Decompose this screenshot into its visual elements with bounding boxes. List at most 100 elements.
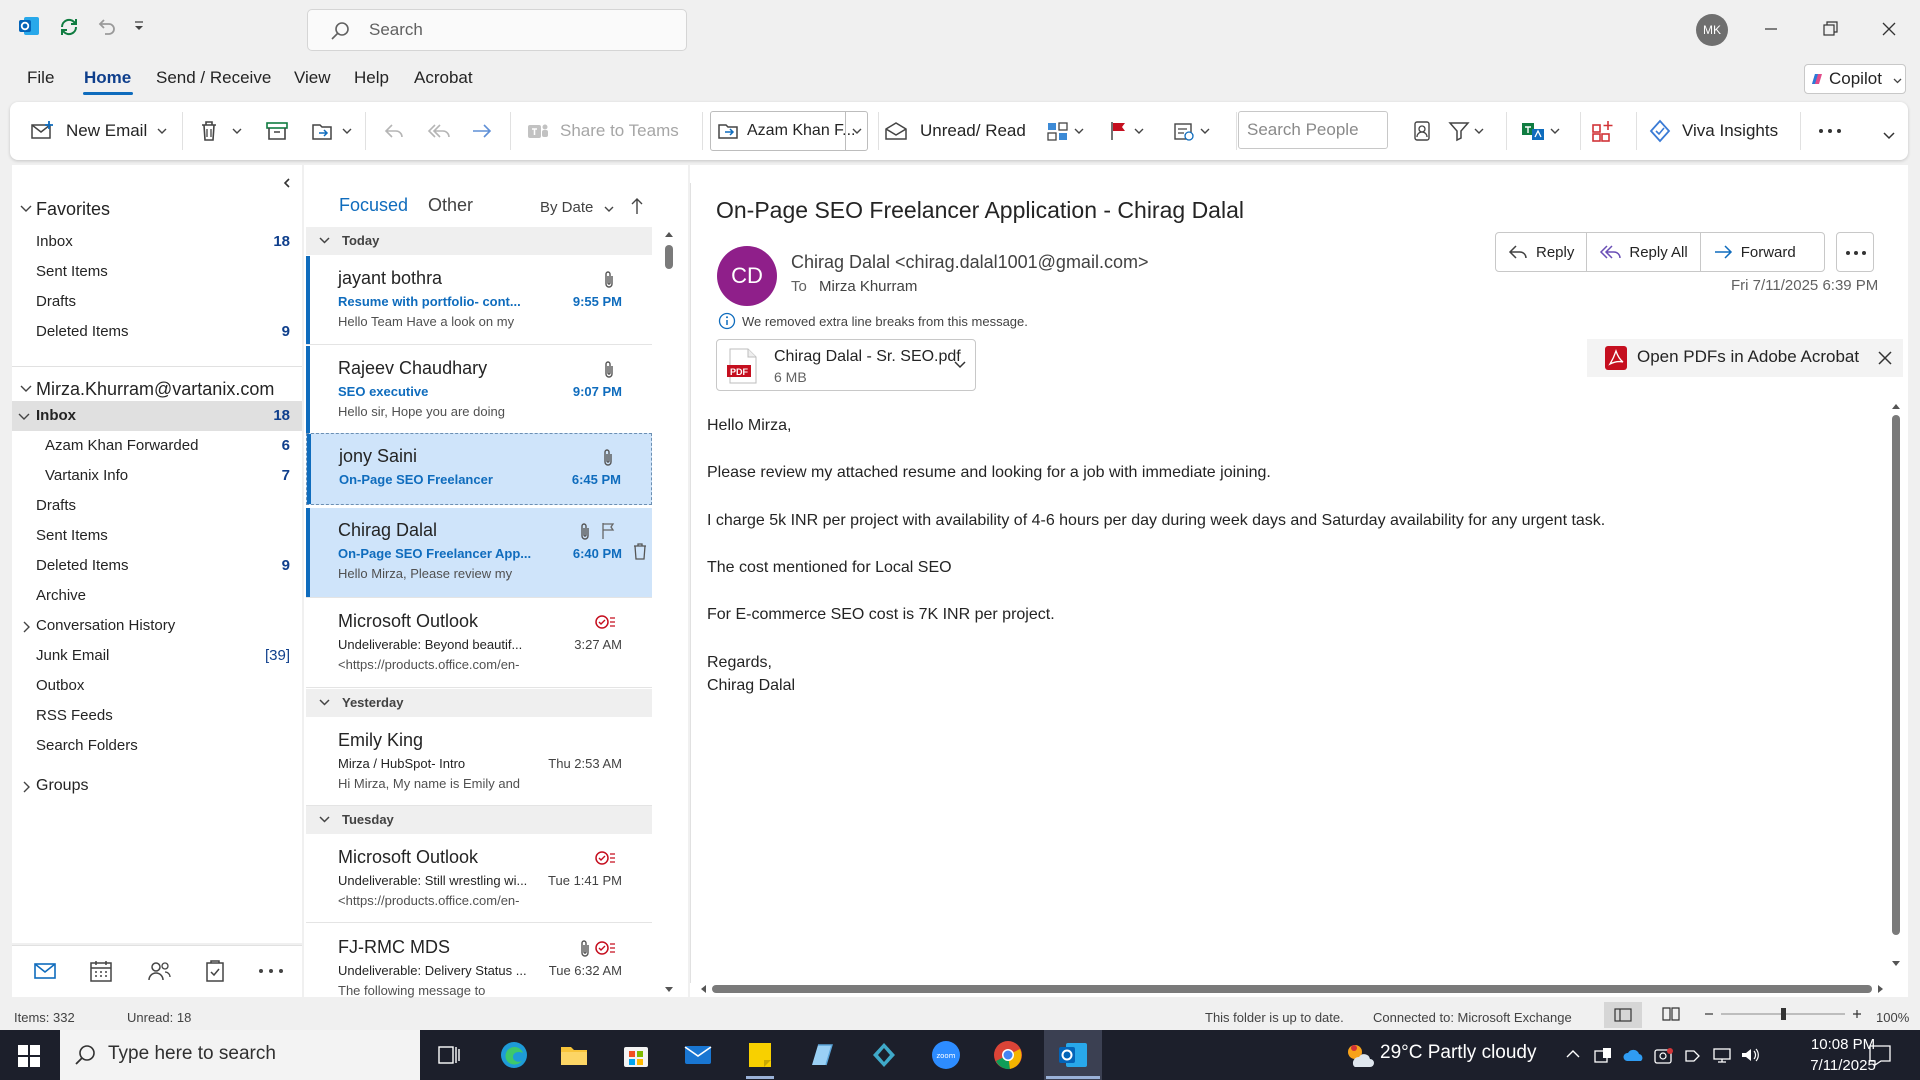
share-to-teams-button[interactable]: Share to Teams: [526, 102, 679, 160]
reply-button[interactable]: Reply: [1496, 233, 1588, 271]
tab-other[interactable]: Other: [428, 195, 473, 216]
chevron-down-icon[interactable]: [232, 126, 242, 136]
search-people-input[interactable]: Search People: [1238, 111, 1388, 149]
app-diamond-icon[interactable]: [868, 1039, 900, 1071]
copilot-button[interactable]: Copilot: [1804, 64, 1906, 94]
tab-home[interactable]: Home: [84, 68, 131, 88]
chevron-down-icon[interactable]: [845, 112, 867, 150]
unread-read-button[interactable]: Unread/ Read: [884, 102, 1026, 160]
list-item[interactable]: Microsoft Outlook Undeliverable: Beyond …: [306, 599, 652, 688]
favorites-header[interactable]: Favorites: [12, 193, 302, 223]
rules-button[interactable]: [1172, 102, 1210, 160]
customize-toolbar-icon[interactable]: [133, 20, 145, 32]
chevron-up-icon[interactable]: [1565, 1047, 1581, 1061]
collapse-pane-icon[interactable]: [282, 177, 292, 189]
delete-icon[interactable]: [632, 542, 648, 560]
ribbon-expand-icon[interactable]: [1882, 106, 1896, 164]
sort-direction-icon[interactable]: [631, 197, 643, 215]
message-sender[interactable]: Chirag Dalal <chirag.dalal1001@gmail.com…: [791, 252, 1148, 273]
sidebar-item-favorites-sent[interactable]: Sent Items: [12, 257, 302, 287]
apps-icon[interactable]: [1590, 102, 1616, 160]
list-scrollbar[interactable]: [662, 227, 676, 997]
sort-by-date-dropdown[interactable]: By Date: [540, 199, 614, 216]
categorize-button[interactable]: [1046, 102, 1084, 160]
acrobat-banner[interactable]: Open PDFs in Adobe Acrobat: [1587, 339, 1903, 377]
forward-button[interactable]: Forward: [1701, 233, 1808, 271]
close-icon[interactable]: [1874, 14, 1904, 44]
more-options-icon[interactable]: [1818, 102, 1842, 160]
filter-email-button[interactable]: [1448, 102, 1484, 160]
chevron-down-icon[interactable]: [1474, 126, 1484, 136]
chevron-down-icon[interactable]: [342, 126, 352, 136]
sidebar-item-search-folders[interactable]: Search Folders: [12, 731, 302, 761]
edge-icon[interactable]: [498, 1039, 530, 1071]
sidebar-item-favorites-inbox[interactable]: Inbox 18: [12, 227, 302, 257]
sidebar-item-groups[interactable]: Groups: [12, 771, 302, 801]
notifications-icon[interactable]: [1868, 1044, 1892, 1066]
list-item[interactable]: FJ-RMC MDS Undeliverable: Delivery Statu…: [306, 925, 652, 998]
chevron-down-icon[interactable]: [954, 360, 966, 370]
zoom-slider[interactable]: [1703, 1006, 1863, 1022]
sidebar-item-vartanix-info[interactable]: Vartanix Info 7: [12, 461, 302, 491]
group-header-today[interactable]: Today: [306, 227, 652, 255]
list-item[interactable]: Rajeev Chaudhary SEO executive Hello sir…: [306, 346, 652, 435]
group-header-tuesday[interactable]: Tuesday: [306, 806, 652, 834]
sidebar-item-rss-feeds[interactable]: RSS Feeds: [12, 701, 302, 731]
battery-icon[interactable]: [1684, 1047, 1704, 1063]
sidebar-item-favorites-deleted[interactable]: Deleted Items 9: [12, 317, 302, 347]
list-item[interactable]: Chirag Dalal On-Page SEO Freelancer App.…: [306, 508, 652, 598]
sidebar-item-conversation-history[interactable]: Conversation History: [12, 611, 302, 641]
group-header-yesterday[interactable]: Yesterday: [306, 689, 652, 717]
network-icon[interactable]: [1712, 1047, 1732, 1063]
security-icon[interactable]: [1654, 1047, 1674, 1065]
address-book-icon[interactable]: [1412, 102, 1432, 160]
weather-text[interactable]: 29°C Partly cloudy: [1380, 1042, 1537, 1064]
chevron-down-icon[interactable]: [1550, 126, 1560, 136]
volume-icon[interactable]: [1740, 1047, 1760, 1063]
calendar-icon[interactable]: [89, 959, 113, 983]
new-email-button[interactable]: New Email: [30, 102, 167, 160]
viva-insights-button[interactable]: Viva Insights: [1648, 102, 1778, 160]
reading-vertical-scrollbar[interactable]: [1890, 401, 1900, 971]
tab-file[interactable]: File: [27, 68, 54, 88]
tasks-icon[interactable]: [204, 959, 226, 983]
list-item[interactable]: Microsoft Outlook Undeliverable: Still w…: [306, 835, 652, 923]
file-explorer-icon[interactable]: [558, 1039, 590, 1071]
store-icon[interactable]: [620, 1039, 652, 1071]
tab-help[interactable]: Help: [354, 68, 389, 88]
minimize-icon[interactable]: [1756, 14, 1786, 44]
list-item[interactable]: Emily King Mirza / HubSpot- Intro Hi Mir…: [306, 718, 652, 806]
more-apps-icon[interactable]: [258, 968, 284, 974]
undo-icon[interactable]: [95, 16, 117, 38]
sidebar-item-junk-email[interactable]: Junk Email [39]: [12, 641, 302, 671]
message-recipient[interactable]: Mirza Khurram: [819, 278, 917, 295]
notes-app-icon[interactable]: [806, 1039, 838, 1071]
sidebar-item-inbox[interactable]: Inbox 18: [12, 401, 302, 431]
sidebar-item-outbox[interactable]: Outbox: [12, 671, 302, 701]
task-view-icon[interactable]: [438, 1045, 460, 1065]
chevron-down-icon[interactable]: [1134, 126, 1144, 136]
sidebar-item-archive[interactable]: Archive: [12, 581, 302, 611]
tab-focused[interactable]: Focused: [339, 195, 408, 216]
sidebar-item-favorites-drafts[interactable]: Drafts: [12, 287, 302, 317]
attachment-card[interactable]: PDF Chirag Dalal - Sr. SEO.pdf 6 MB: [716, 339, 976, 391]
chevron-down-icon[interactable]: [1074, 126, 1084, 136]
sidebar-item-drafts[interactable]: Drafts: [12, 491, 302, 521]
onedrive-icon[interactable]: [1623, 1047, 1645, 1063]
zoom-app-icon[interactable]: zoom: [930, 1039, 962, 1071]
reading-horizontal-scrollbar[interactable]: [698, 983, 1888, 993]
mail-app-icon[interactable]: [682, 1039, 714, 1071]
sidebar-item-azam-khan-forwarded[interactable]: Azam Khan Forwarded 6: [12, 431, 302, 461]
flag-icon[interactable]: [600, 522, 616, 540]
tablet-icon[interactable]: [1594, 1047, 1612, 1063]
outlook-taskbar-icon[interactable]: [1057, 1039, 1089, 1071]
people-icon[interactable]: [146, 959, 172, 983]
search-box[interactable]: Search: [307, 9, 687, 51]
list-item[interactable]: jony Saini On-Page SEO Freelancer 6:45 P…: [306, 433, 652, 505]
avatar[interactable]: MK: [1696, 14, 1728, 46]
normal-view-icon[interactable]: [1604, 1002, 1642, 1028]
delete-button[interactable]: [198, 102, 242, 160]
windows-start-icon[interactable]: [18, 1045, 40, 1067]
reply-all-button[interactable]: Reply All: [1587, 233, 1701, 271]
tab-acrobat[interactable]: Acrobat: [414, 68, 473, 88]
